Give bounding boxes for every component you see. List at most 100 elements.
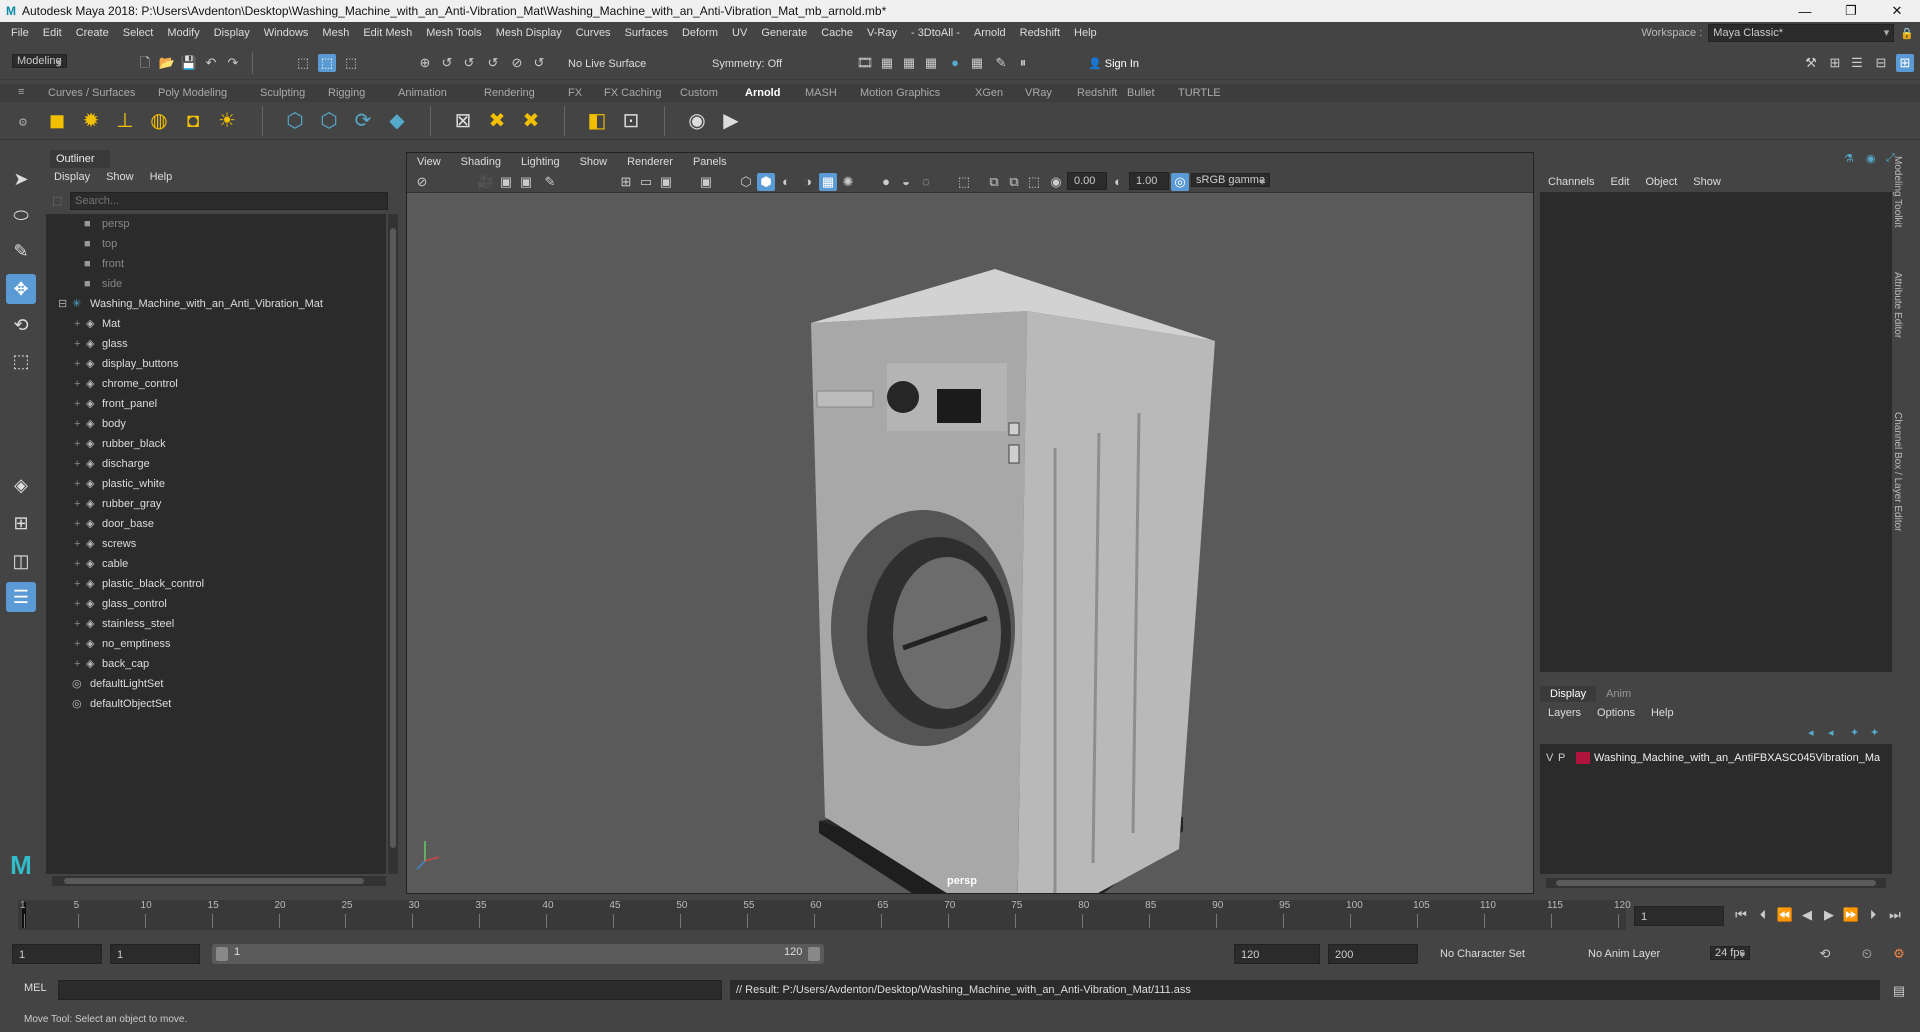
maximize-button[interactable]: ❐ xyxy=(1828,3,1874,19)
layer-menu-help[interactable]: Help xyxy=(1643,707,1682,719)
color-space-dropdown[interactable]: sRGB gamma xyxy=(1191,173,1271,187)
tool-settings-icon[interactable]: ☰ xyxy=(1848,54,1866,72)
channel-menu-object[interactable]: Object xyxy=(1637,176,1685,188)
outliner-hscrollbar[interactable] xyxy=(52,876,386,886)
camera-attributes-icon[interactable]: 🎥 xyxy=(477,173,495,191)
expand-icon[interactable]: + xyxy=(74,554,80,574)
expand-icon[interactable]: + xyxy=(74,434,80,454)
outliner-mesh-item[interactable]: + ◈ display_buttons xyxy=(46,354,386,374)
channel-menu-edit[interactable]: Edit xyxy=(1602,176,1637,188)
expand-icon[interactable]: + xyxy=(74,354,80,374)
new-layer-icon[interactable]: ✦ xyxy=(1850,726,1859,739)
viewport-menu-lighting[interactable]: Lighting xyxy=(511,156,570,168)
menu-arnold[interactable]: Arnold xyxy=(967,27,1013,39)
mode-dropdown[interactable]: Modeling xyxy=(12,54,67,68)
pause-icon[interactable]: ⏸ xyxy=(1014,54,1032,72)
outliner-camera-item[interactable]: ■ side xyxy=(46,274,386,294)
exposure-field[interactable]: 0.00 xyxy=(1067,172,1107,190)
layer-menu-options[interactable]: Options xyxy=(1589,707,1643,719)
resolution-gate-icon[interactable]: ▣ xyxy=(657,173,675,191)
anim-start-field[interactable]: 1 xyxy=(110,944,200,964)
single-view-icon[interactable]: ◈ xyxy=(6,470,36,500)
anim-layer-dropdown[interactable]: No Anim Layer xyxy=(1588,944,1688,964)
go-to-start-icon[interactable]: ⏮ xyxy=(1732,906,1750,924)
expand-icon[interactable]: + xyxy=(74,514,80,534)
select-camera-icon[interactable]: ⊘ xyxy=(413,173,431,191)
xray-joints-icon[interactable]: ⧉ xyxy=(985,173,1003,191)
snap-point-icon[interactable]: ↺ xyxy=(460,54,478,72)
layer-color-swatch[interactable] xyxy=(1576,752,1590,764)
two-view-icon[interactable]: ◫ xyxy=(6,546,36,576)
sign-in-button[interactable]: 👤 Sign In xyxy=(1084,54,1196,74)
new-scene-icon[interactable]: 🗋 xyxy=(136,54,154,72)
select-tool-icon[interactable]: ➤ xyxy=(6,164,36,194)
outliner-set-item[interactable]: ◎ defaultLightSet xyxy=(46,674,386,694)
viewport-menu-panels[interactable]: Panels xyxy=(683,156,737,168)
attribute-editor-icon[interactable]: ⊞ xyxy=(1826,54,1844,72)
outliner-set-item[interactable]: ◎ defaultObjectSet xyxy=(46,694,386,714)
menu-edit[interactable]: Edit xyxy=(36,27,69,39)
viewport-scene[interactable] xyxy=(407,193,1533,893)
side-tab-0[interactable]: Modeling Toolkit xyxy=(1892,156,1903,228)
render-view-eye-icon[interactable]: ◉ xyxy=(684,108,710,134)
expand-icon[interactable]: + xyxy=(74,374,80,394)
menu-deform[interactable]: Deform xyxy=(675,27,725,39)
current-frame-field[interactable]: 1 xyxy=(1634,906,1724,926)
open-scene-icon[interactable]: 📂 xyxy=(158,54,176,72)
scale-tool-icon[interactable]: ⬚ xyxy=(6,346,36,376)
shelf-tab-poly-modeling[interactable]: Poly Modeling xyxy=(158,84,227,102)
render-view-icon[interactable]: 🎞 xyxy=(856,54,874,72)
expand-icon[interactable]: + xyxy=(74,594,80,614)
ai-skydome-light-icon[interactable]: ◍ xyxy=(146,108,172,134)
menu-edit-mesh[interactable]: Edit Mesh xyxy=(356,27,419,39)
start-button[interactable] xyxy=(1008,422,1020,436)
channel-layer-icon[interactable]: ⊟ xyxy=(1872,54,1890,72)
shelf-tab-sculpting[interactable]: Sculpting xyxy=(260,84,305,102)
menu-mesh-tools[interactable]: Mesh Tools xyxy=(419,27,488,39)
end-time-field[interactable]: 200 xyxy=(1328,944,1418,964)
ai-standin-icon[interactable]: ⬡ xyxy=(282,108,308,134)
modeling-toolkit-icon[interactable]: ⚒ xyxy=(1802,54,1820,72)
outliner-mesh-item[interactable]: + ◈ Mat xyxy=(46,314,386,334)
outliner-tab[interactable]: Outliner xyxy=(50,150,110,168)
go-to-end-icon[interactable]: ⏭ xyxy=(1886,906,1904,924)
play-forward-icon[interactable]: ▶ xyxy=(1820,906,1838,924)
menu-redshift[interactable]: Redshift xyxy=(1013,27,1067,39)
gamma-field[interactable]: 1.00 xyxy=(1129,172,1169,190)
ambient-occlusion-icon[interactable]: ◒ xyxy=(897,173,915,191)
play-render-icon[interactable]: ▶ xyxy=(718,108,744,134)
bookmark-icon[interactable]: ▣ xyxy=(497,173,515,191)
film-gate-icon[interactable]: ▭ xyxy=(637,173,655,191)
animation-prefs-icon[interactable]: ⚙ xyxy=(1890,945,1908,963)
menu-mesh-display[interactable]: Mesh Display xyxy=(489,27,569,39)
motion-blur-icon[interactable]: ◌ xyxy=(917,173,935,191)
textured-icon[interactable]: ◑ xyxy=(799,173,817,191)
ai-export-ass-icon[interactable]: ⊠ xyxy=(450,108,476,134)
playback-range-bar[interactable]: 1 120 xyxy=(212,944,824,964)
lasso-tool-icon[interactable]: ⬭ xyxy=(6,200,36,230)
save-scene-icon[interactable]: 💾 xyxy=(180,54,198,72)
paint-select-icon[interactable]: ✎ xyxy=(6,236,36,266)
time-ruler[interactable]: 1 5 10 15 20 25 30 35 40 45 50 55 60 65 70 75 80 85 90 95 10… xyxy=(18,900,1631,930)
undo-icon[interactable]: ↶ xyxy=(202,54,220,72)
channel-list[interactable] xyxy=(1540,192,1892,672)
ai-light-portal-icon[interactable]: ◘ xyxy=(180,108,206,134)
ai-tx-manager-icon[interactable]: ✖ xyxy=(484,108,510,134)
ai-volume-icon[interactable]: ⬡ xyxy=(316,108,342,134)
hypershade-icon[interactable]: ● xyxy=(946,54,964,72)
shelf-tab-mash[interactable]: MASH xyxy=(805,84,837,102)
xray-active-icon[interactable]: ⧉ xyxy=(1005,173,1023,191)
shelf-tab-motion-graphics[interactable]: Motion Graphics xyxy=(860,84,940,102)
outliner-mesh-item[interactable]: + ◈ glass xyxy=(46,334,386,354)
expand-icon[interactable]: + xyxy=(74,454,80,474)
outliner-mesh-item[interactable]: + ◈ door_base xyxy=(46,514,386,534)
step-forward-frame-icon[interactable]: ⏵ xyxy=(1864,906,1882,924)
menu-generate[interactable]: Generate xyxy=(754,27,814,39)
outliner-mesh-item[interactable]: + ◈ rubber_black xyxy=(46,434,386,454)
detergent-drawer[interactable] xyxy=(816,390,874,408)
step-back-frame-icon[interactable]: ⏴ xyxy=(1754,906,1772,924)
menu-uv[interactable]: UV xyxy=(725,27,754,39)
minimize-button[interactable]: — xyxy=(1782,4,1828,19)
fps-dropdown[interactable]: 24 fps xyxy=(1710,946,1750,960)
program-dial[interactable] xyxy=(887,381,919,413)
